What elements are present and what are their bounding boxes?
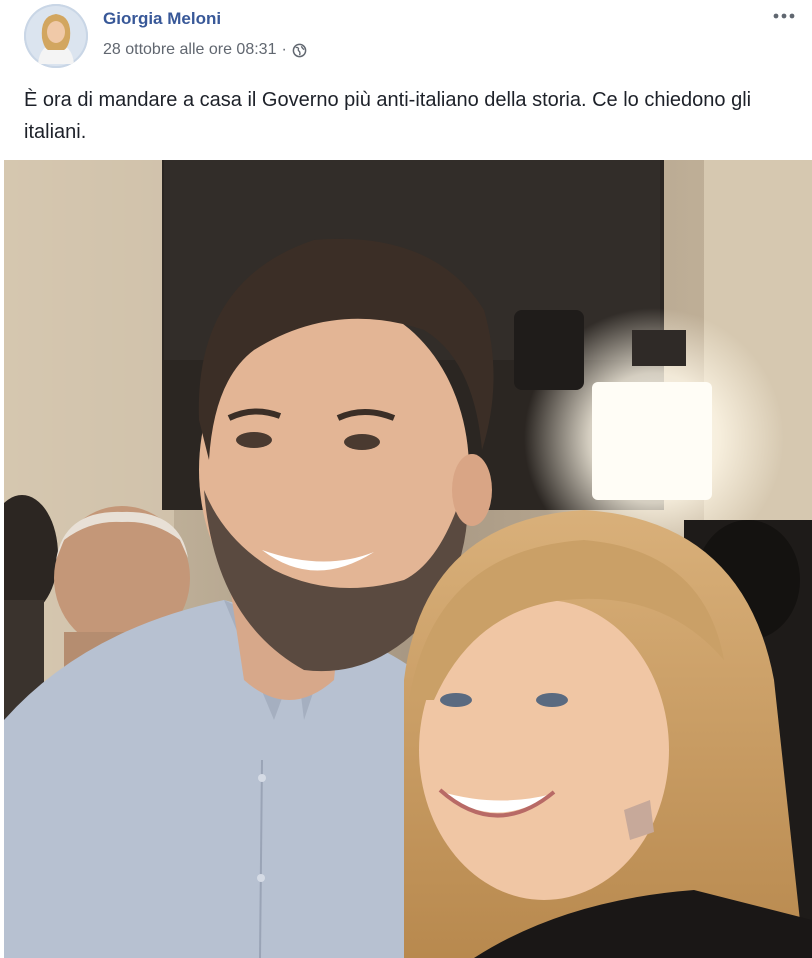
more-options-icon[interactable] bbox=[770, 6, 798, 26]
post-header: Giorgia Meloni 28 ottobre alle ore 08:31… bbox=[0, 0, 812, 70]
globe-icon[interactable] bbox=[292, 43, 307, 58]
post-timestamp[interactable]: 28 ottobre alle ore 08:31 bbox=[103, 41, 276, 59]
author-avatar[interactable] bbox=[24, 4, 88, 68]
meta-separator: · bbox=[281, 41, 287, 58]
author-name[interactable]: Giorgia Meloni bbox=[103, 9, 221, 29]
facebook-post: Giorgia Meloni 28 ottobre alle ore 08:31… bbox=[0, 0, 812, 958]
avatar-image bbox=[24, 4, 88, 68]
post-meta: 28 ottobre alle ore 08:31 · bbox=[103, 41, 307, 59]
post-message: È ora di mandare a casa il Governo più a… bbox=[24, 89, 752, 143]
post-photo[interactable] bbox=[4, 160, 812, 958]
photo-illustration bbox=[4, 160, 812, 958]
